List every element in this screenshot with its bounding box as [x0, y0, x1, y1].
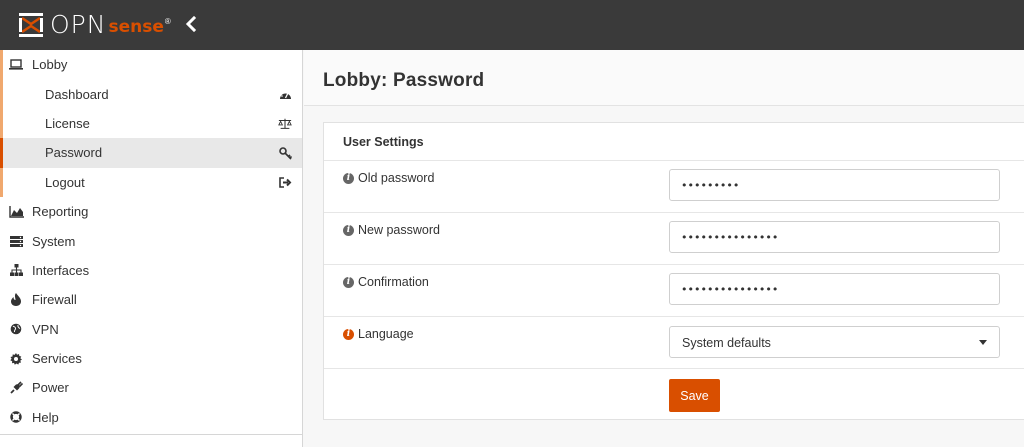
user-settings-panel: User Settings i Old password i New passw… — [323, 122, 1024, 420]
sidebar-subitem-dashboard[interactable]: Dashboard — [0, 79, 302, 109]
save-button[interactable]: Save — [669, 379, 720, 412]
sidebar-item-system[interactable]: System — [0, 226, 302, 255]
form-row-language: i Language System defaults — [324, 317, 1024, 369]
sidebar-item-label: Reporting — [32, 204, 89, 220]
info-icon[interactable]: i — [343, 276, 354, 288]
sidebar-item-vpn[interactable]: VPN — [0, 315, 302, 344]
field-label-text: New password — [358, 223, 440, 237]
sidebar-item-label: VPN — [32, 321, 59, 337]
old-password-input[interactable] — [669, 169, 1000, 201]
sidebar-subitem-label: License — [45, 115, 90, 131]
caret-down-icon — [979, 340, 987, 345]
fire-icon — [8, 293, 24, 307]
globe-icon — [8, 322, 24, 336]
area-chart-icon — [8, 205, 24, 219]
main-content: Lobby: Password User Settings i Old pass… — [304, 50, 1024, 447]
sidebar-item-label: Lobby — [32, 57, 68, 73]
laptop-icon — [8, 58, 24, 72]
dashboard-icon — [278, 87, 292, 101]
brand-logo[interactable]: OPN sense ® — [18, 11, 171, 39]
sidebar-divider — [0, 434, 302, 435]
balance-scale-icon — [278, 117, 292, 131]
sidebar-item-help[interactable]: Help — [0, 403, 302, 432]
new-password-input[interactable] — [669, 221, 1000, 253]
sidebar-subitem-label: Logout — [45, 174, 85, 190]
sidebar-item-reporting[interactable]: Reporting — [0, 197, 302, 226]
sidebar-collapse-button[interactable] — [185, 15, 201, 34]
sidebar-item-firewall[interactable]: Firewall — [0, 285, 302, 314]
sidebar-item-label: Services — [32, 351, 82, 367]
brand-name-primary: OPN — [50, 10, 107, 39]
sidebar-subitem-logout[interactable]: Logout — [0, 167, 302, 197]
info-icon[interactable]: i — [343, 328, 354, 340]
server-icon — [8, 234, 24, 248]
sidebar: Lobby Dashboard License Password Logout … — [0, 50, 303, 447]
key-icon — [278, 146, 292, 160]
language-select[interactable]: System defaults — [669, 326, 1000, 358]
sidebar-item-lobby[interactable]: Lobby — [0, 50, 302, 80]
field-label[interactable]: i Confirmation — [343, 275, 429, 289]
cog-icon — [8, 352, 24, 366]
confirmation-input[interactable] — [669, 273, 1000, 305]
form-row-old-password: i Old password — [324, 161, 1024, 213]
sidebar-item-label: Firewall — [32, 292, 77, 308]
panel-title: User Settings — [343, 135, 424, 149]
field-label[interactable]: i New password — [343, 223, 440, 237]
panel-header: User Settings — [324, 123, 1024, 161]
opnsense-logo-icon — [19, 13, 43, 37]
page-header: Lobby: Password — [304, 50, 1024, 106]
brand-name-secondary: sense — [108, 17, 164, 37]
sidebar-item-services[interactable]: Services — [0, 344, 302, 373]
field-label[interactable]: i Language — [343, 327, 414, 341]
sidebar-item-label: System — [32, 233, 76, 249]
sidebar-subitem-license[interactable]: License — [0, 108, 302, 139]
sidebar-subitem-password[interactable]: Password — [0, 138, 302, 168]
form-row-confirmation: i Confirmation — [324, 265, 1024, 317]
brand-reg-mark: ® — [164, 16, 171, 26]
sidebar-subitem-label: Dashboard — [45, 86, 109, 102]
sign-out-icon — [278, 176, 292, 190]
life-ring-icon — [8, 410, 24, 424]
sidebar-item-interfaces[interactable]: Interfaces — [0, 256, 302, 285]
info-icon[interactable]: i — [343, 224, 354, 236]
sidebar-item-label: Power — [32, 380, 69, 396]
top-navbar: OPN sense ® — [0, 0, 1024, 50]
info-icon[interactable]: i — [343, 172, 354, 184]
field-label-text: Old password — [358, 171, 435, 185]
field-label-text: Language — [358, 327, 414, 341]
field-label[interactable]: i Old password — [343, 171, 434, 185]
field-label-text: Confirmation — [358, 275, 429, 289]
sidebar-item-label: Help — [32, 409, 59, 425]
chevron-left-icon — [185, 15, 197, 33]
page-title: Lobby: Password — [323, 70, 485, 91]
sitemap-icon — [8, 263, 24, 277]
sidebar-item-power[interactable]: Power — [0, 373, 302, 402]
sidebar-subitem-label: Password — [45, 145, 103, 161]
sidebar-item-label: Interfaces — [32, 262, 90, 278]
form-row-new-password: i New password — [324, 213, 1024, 265]
plug-icon — [8, 381, 24, 395]
language-select-value: System defaults — [682, 336, 771, 350]
